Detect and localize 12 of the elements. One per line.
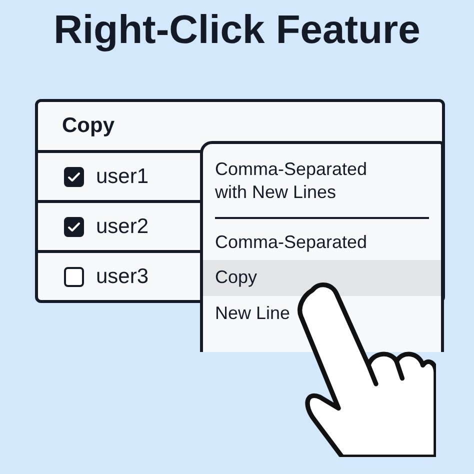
menu-item[interactable]: Copy <box>203 260 441 296</box>
checkbox[interactable] <box>64 266 84 286</box>
page-title: Right-Click Feature <box>54 8 420 53</box>
column-header: Copy <box>62 114 114 138</box>
checkbox[interactable] <box>64 166 84 186</box>
user-label: user3 <box>96 264 149 288</box>
user-label: user2 <box>96 214 149 238</box>
checkbox[interactable] <box>64 216 84 236</box>
menu-item[interactable]: Comma-Separated with New Lines <box>203 152 441 211</box>
menu-item[interactable]: New Line <box>203 296 441 331</box>
user-label: user1 <box>96 164 149 188</box>
menu-item[interactable]: Comma-Separated <box>203 224 441 260</box>
